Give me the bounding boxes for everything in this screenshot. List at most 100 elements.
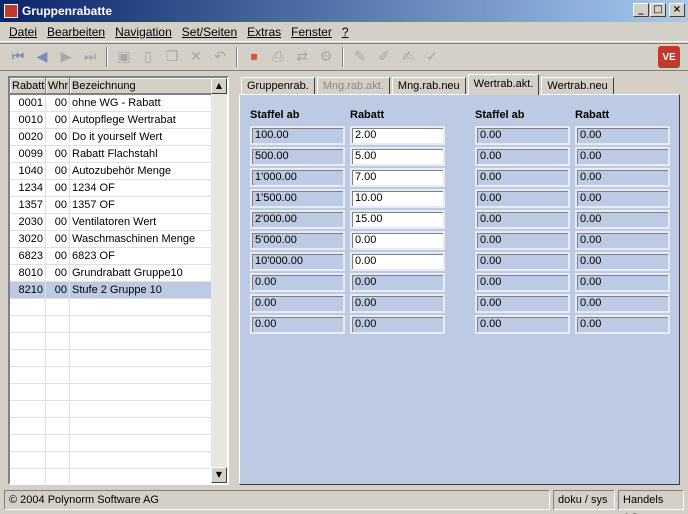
save-icon[interactable]: ▣ [112,46,136,68]
staffel-right-field[interactable]: 0.00 [475,147,570,166]
staffel-left-field[interactable]: 0.00 [250,273,345,292]
staffel-left-field[interactable]: 1'000.00 [250,168,345,187]
rabatt-left-field[interactable]: 5.00 [350,147,445,166]
staffel-left-field[interactable]: 100.00 [250,126,345,145]
menu-fenster[interactable]: Fenster [286,25,337,39]
rabatt-right-field[interactable]: 0.00 [575,147,670,166]
settings-icon[interactable]: ⚙ [314,46,338,68]
table-row[interactable] [10,316,213,333]
table-row[interactable]: 0001 00 ohne WG - Rabatt [10,95,213,112]
menu-bearbeiten[interactable]: Bearbeiten [42,25,110,39]
table-row[interactable] [10,418,213,435]
table-row[interactable] [10,435,213,452]
export-icon[interactable]: ⇄ [290,46,314,68]
rabatt-right-field[interactable]: 0.00 [575,294,670,313]
rabatt-right-field[interactable]: 0.00 [575,168,670,187]
prev-record-icon[interactable]: ◀ [30,46,54,68]
staffel-left-field[interactable]: 5'000.00 [250,231,345,250]
table-row[interactable]: 1357 00 1357 OF [10,197,213,214]
menu-datei[interactable]: Datei [4,25,42,39]
menu-help[interactable]: ? [337,25,354,39]
staffel-left-field[interactable]: 500.00 [250,147,345,166]
column-header-bezeichnung[interactable]: Bezeichnung [70,78,213,94]
scroll-up-icon[interactable]: ▲ [211,78,227,94]
table-row[interactable]: 8010 00 Grundrabatt Gruppe10 [10,265,213,282]
doc-edit-icon[interactable]: ✍ [396,46,420,68]
rabatt-left-field[interactable]: 0.00 [350,273,445,292]
table-row[interactable]: 0010 00 Autopflege Wertrabat [10,112,213,129]
rabatt-right-field[interactable]: 0.00 [575,189,670,208]
staffel-right-field[interactable]: 0.00 [475,210,570,229]
rabatt-right-field[interactable]: 0.00 [575,231,670,250]
tab-mng-rab-akt[interactable]: Mng.rab.akt. [316,77,390,95]
tab-mng-rab-neu[interactable]: Mng.rab.neu [391,77,466,95]
table-row[interactable] [10,350,213,367]
staffel-right-field[interactable]: 0.00 [475,273,570,292]
rabatt-left-field[interactable]: 0.00 [350,294,445,313]
pen-icon[interactable]: ✐ [372,46,396,68]
table-row[interactable]: 0020 00 Do it yourself Wert [10,129,213,146]
rabatt-right-field[interactable]: 0.00 [575,315,670,334]
table-row[interactable] [10,452,213,469]
staffel-right-field[interactable]: 0.00 [475,168,570,187]
rabatt-left-field[interactable]: 2.00 [350,126,445,145]
tab-wertrab-akt[interactable]: Wertrab.akt. [467,74,540,95]
staffel-right-field[interactable]: 0.00 [475,315,570,334]
rabatt-right-field[interactable]: 0.00 [575,252,670,271]
copy-icon[interactable]: ❐ [160,46,184,68]
first-record-icon[interactable]: ⏮ [6,46,30,68]
staffel-left-field[interactable]: 1'500.00 [250,189,345,208]
print-icon[interactable]: ⎙ [266,46,290,68]
column-header-rabatt[interactable]: Rabatt [10,78,46,94]
table-row[interactable] [10,299,213,316]
table-row[interactable]: 1234 00 1234 OF [10,180,213,197]
staffel-right-field[interactable]: 0.00 [475,126,570,145]
minimize-button[interactable]: _ [633,3,649,17]
check-icon[interactable]: ✓ [420,46,444,68]
table-row[interactable] [10,469,213,483]
rabatt-left-field[interactable]: 7.00 [350,168,445,187]
table-row[interactable]: 0099 00 Rabatt Flachstahl [10,146,213,163]
undo-icon[interactable]: ↶ [208,46,232,68]
staffel-right-field[interactable]: 0.00 [475,189,570,208]
new-icon[interactable]: ▯ [136,46,160,68]
tab-gruppenrab[interactable]: Gruppenrab. [241,77,315,95]
list-scrollbar[interactable]: ▲ ▼ [211,78,227,483]
table-row[interactable] [10,367,213,384]
staffel-left-field[interactable]: 10'000.00 [250,252,345,271]
table-row[interactable]: 2030 00 Ventilatoren Wert [10,214,213,231]
staffel-right-field[interactable]: 0.00 [475,252,570,271]
table-row[interactable] [10,333,213,350]
rabatt-right-field[interactable]: 0.00 [575,210,670,229]
next-record-icon[interactable]: ▶ [54,46,78,68]
table-row[interactable]: 1040 00 Autozubehör Menge [10,163,213,180]
column-header-whr[interactable]: Whr [46,78,70,94]
rabatt-left-field[interactable]: 0.00 [350,231,445,250]
table-row[interactable] [10,401,213,418]
rabatt-left-field[interactable]: 0.00 [350,315,445,334]
rabatt-right-field[interactable]: 0.00 [575,273,670,292]
menu-navigation[interactable]: Navigation [110,25,177,39]
staffel-right-field[interactable]: 0.00 [475,231,570,250]
edit-icon[interactable]: ✎ [348,46,372,68]
table-row[interactable]: 8210 00 Stufe 2 Gruppe 10 [10,282,213,299]
menu-extras[interactable]: Extras [242,25,286,39]
staffel-left-field[interactable]: 0.00 [250,315,345,334]
last-record-icon[interactable]: ⏭ [78,46,102,68]
staffel-right-field[interactable]: 0.00 [475,294,570,313]
delete-icon[interactable]: ✕ [184,46,208,68]
table-row[interactable]: 6823 00 6823 OF [10,248,213,265]
tab-wertrab-neu[interactable]: Wertrab.neu [541,77,614,95]
staffel-left-field[interactable]: 2'000.00 [250,210,345,229]
table-row[interactable] [10,384,213,401]
staffel-left-field[interactable]: 0.00 [250,294,345,313]
rabatt-left-field[interactable]: 0.00 [350,252,445,271]
stop-icon[interactable]: ⏹ [242,46,266,68]
menu-set-seiten[interactable]: Set/Seiten [177,25,242,39]
rabatt-right-field[interactable]: 0.00 [575,126,670,145]
table-row[interactable]: 3020 00 Waschmaschinen Menge [10,231,213,248]
maximize-button[interactable]: □ [650,3,666,17]
rabatt-left-field[interactable]: 15.00 [350,210,445,229]
scroll-down-icon[interactable]: ▼ [211,467,227,483]
rabatt-left-field[interactable]: 10.00 [350,189,445,208]
